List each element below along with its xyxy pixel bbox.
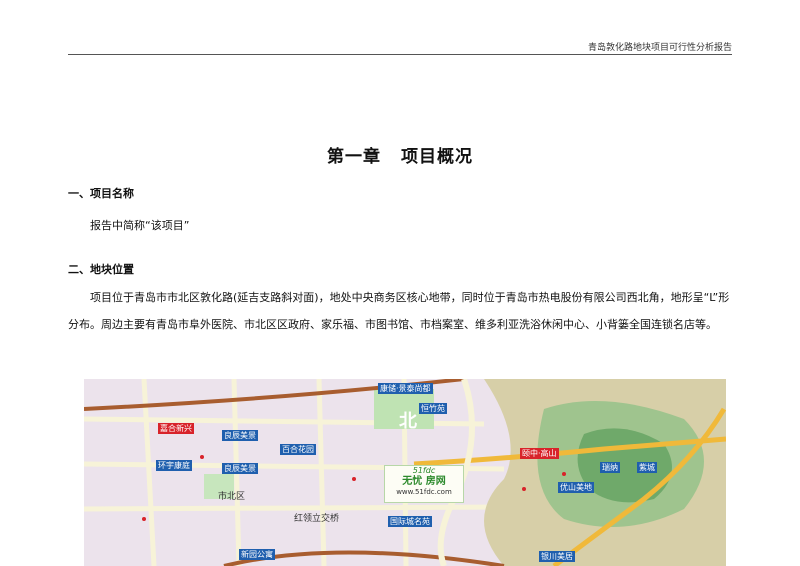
map-label: 康储·景泰尚都 [378, 383, 433, 394]
chapter-heading: 第一章 项目概况 [0, 142, 800, 167]
map-label: 北 [399, 411, 417, 432]
map-label: 市北区 [218, 492, 246, 502]
watermark-bottom: www.51fdc.com [396, 488, 452, 496]
map-label: 优山美地 [558, 482, 594, 493]
watermark-middle: 无忧 房网 [402, 476, 446, 487]
watermark-top: 51fdc [412, 466, 436, 475]
section-heading-location: 二、地块位置 [68, 263, 134, 276]
map-label: 恒竹苑 [419, 403, 447, 414]
chapter-number: 第一章 [327, 147, 381, 167]
section-heading-project-name: 一、项目名称 [68, 187, 134, 200]
section-paragraph-project-name: 报告中简称“该项目” [90, 219, 190, 232]
chapter-title: 项目概况 [401, 147, 473, 167]
map-label: 颐中·高山 [520, 448, 559, 459]
map-label: 百合花园 [280, 444, 316, 455]
header-title: 青岛敦化路地块项目可行性分析报告 [587, 43, 732, 53]
map-label: 银川美居 [539, 551, 575, 562]
map-watermark: 51fdc 无忧 房网 www.51fdc.com [384, 465, 464, 503]
header-rule [68, 54, 732, 55]
location-map: 康储·景泰尚都 恒竹苑 嘉合新兴 良辰美景 百合花园 环宇康庭 良辰美景 颐中·… [84, 379, 726, 566]
map-label: 紫城 [637, 462, 657, 473]
map-label: 瑞纳 [600, 462, 620, 473]
section-paragraph-location: 项目位于青岛市市北区敦化路(延吉支路斜对面)，地处中央商务区核心地带，同时位于青… [68, 291, 730, 331]
map-label: 国际城名苑 [388, 516, 432, 527]
map-label: 红领立交桥 [294, 514, 340, 524]
map-label: 良辰美景 [222, 430, 258, 441]
map-label: 良辰美景 [222, 463, 258, 474]
map-label: 嘉合新兴 [158, 423, 194, 434]
map-label: 新园公寓 [239, 549, 275, 560]
map-label: 环宇康庭 [156, 460, 192, 471]
